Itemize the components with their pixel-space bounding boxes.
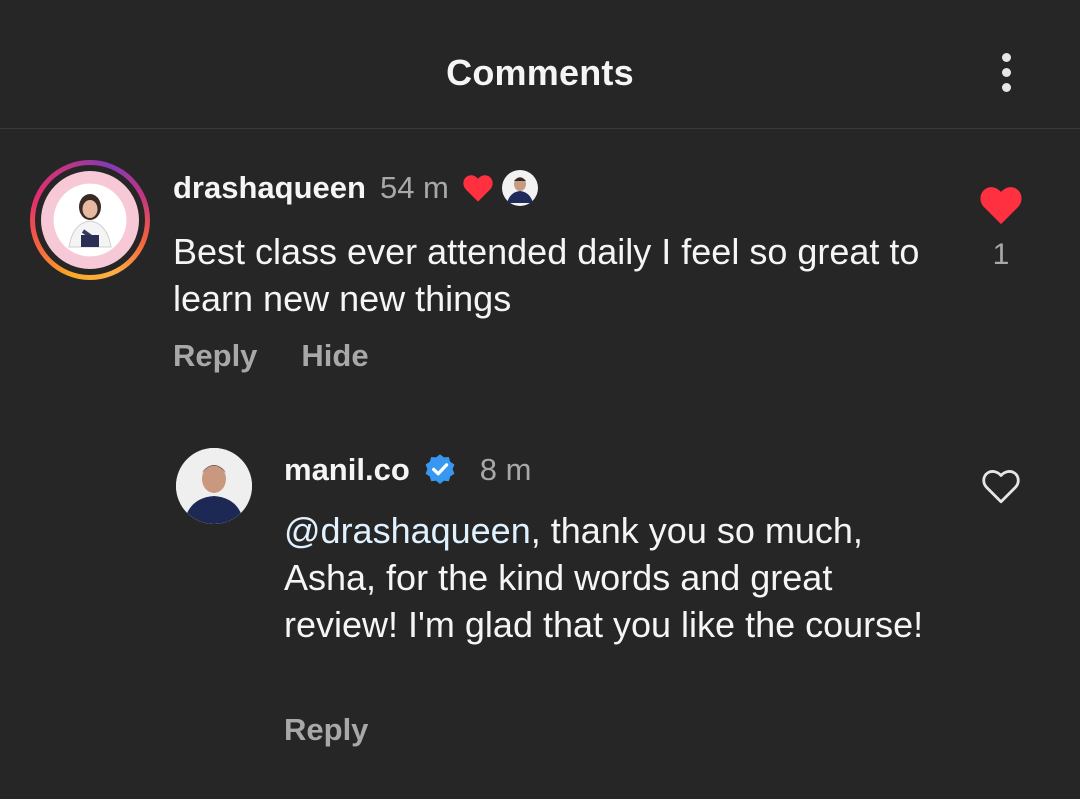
comments-header: Comments (0, 0, 1080, 129)
person-photo-icon (68, 194, 112, 248)
reply-actions: Reply (284, 712, 368, 748)
comment-timestamp: 54 m (379, 170, 449, 205)
reply-reply-button[interactable]: Reply (284, 712, 368, 747)
comment-actions: Reply Hide (173, 338, 369, 374)
like-count: 1 (992, 238, 1010, 271)
page-title: Comments (446, 52, 634, 93)
reply-header: manil.co 8 m (284, 448, 531, 492)
commenter-avatar[interactable] (30, 160, 150, 280)
reply-button[interactable]: Reply (173, 338, 257, 374)
mention-link[interactable]: @drashaqueen (284, 510, 531, 551)
like-heart-outline-icon[interactable] (980, 466, 1022, 506)
comment-username[interactable]: drashaqueen (173, 170, 366, 206)
comment-header: drashaqueen 54 m (173, 166, 539, 210)
reply-timestamp: 8 m (479, 452, 532, 487)
like-heart-filled-icon[interactable] (978, 184, 1024, 226)
reply-body: @drashaqueen, thank you so much, Asha, f… (284, 507, 944, 648)
comment-body: Best class ever attended daily I feel so… (173, 231, 920, 319)
reply-avatar[interactable] (176, 448, 252, 524)
reply-username[interactable]: manil.co (284, 452, 410, 488)
more-options-icon[interactable] (988, 50, 1024, 94)
heart-icon (463, 175, 493, 202)
author-mini-avatar (501, 170, 538, 206)
liked-by-author (461, 169, 539, 207)
person-photo-icon (176, 448, 252, 524)
hide-button[interactable]: Hide (301, 338, 368, 374)
verified-badge-icon (425, 454, 455, 484)
